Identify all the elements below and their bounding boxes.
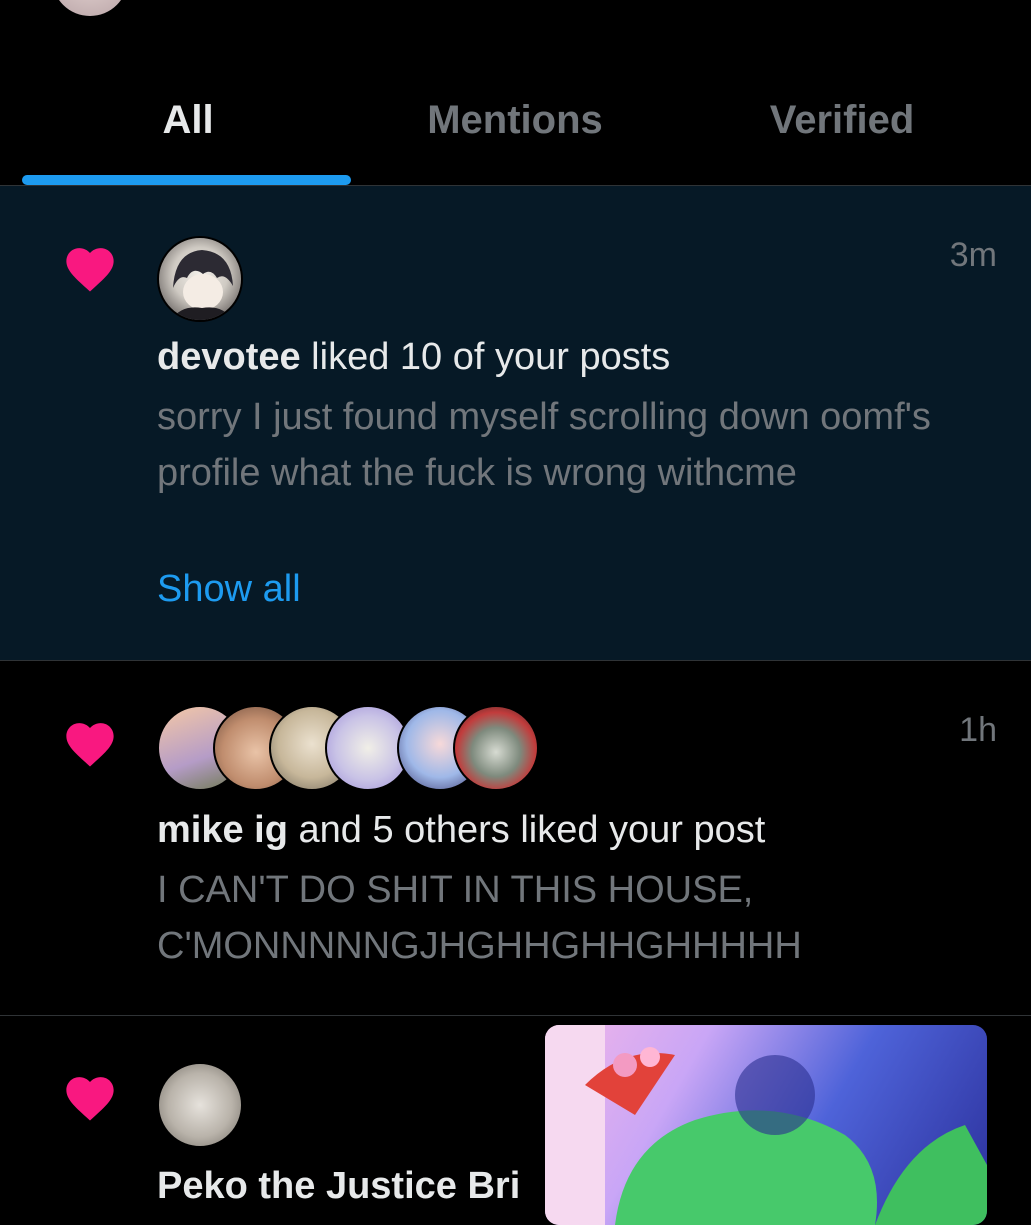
- avatar[interactable]: [157, 236, 243, 322]
- notification-item[interactable]: 1h mike ig and 5 others liked your post …: [0, 661, 1031, 1016]
- tab-mentions[interactable]: Mentions: [343, 60, 687, 185]
- post-snippet: I CAN'T DO SHIT IN THIS HOUSE, C'MONNNNN…: [157, 869, 802, 967]
- tab-all[interactable]: All: [16, 60, 360, 185]
- tab-all-label: All: [162, 98, 214, 142]
- media-art: [545, 1025, 987, 1225]
- notification-item[interactable]: 3m devotee liked 10 of your posts sorry …: [0, 186, 1031, 661]
- tab-mentions-label: Mentions: [427, 98, 603, 142]
- heart-icon: [66, 248, 114, 292]
- avatar[interactable]: [453, 705, 539, 791]
- user-name[interactable]: Peko the Justice Bri: [157, 1165, 520, 1200]
- heart-icon: [66, 723, 114, 767]
- heart-icon: [66, 1077, 114, 1121]
- tab-verified-label: Verified: [769, 98, 915, 142]
- active-tab-indicator: [22, 175, 351, 185]
- notification-headline: devotee liked 10 of your posts: [157, 334, 670, 380]
- user-name[interactable]: mike ig: [157, 809, 288, 851]
- user-name[interactable]: devotee: [157, 336, 301, 378]
- media-thumbnail[interactable]: [545, 1025, 987, 1225]
- notification-tabs: All Mentions Verified: [0, 60, 1031, 185]
- avatar-art: [171, 250, 233, 320]
- profile-avatar[interactable]: [52, 0, 128, 16]
- tab-verified[interactable]: Verified: [670, 60, 1014, 185]
- show-all-link[interactable]: Show all: [157, 568, 301, 611]
- avatar[interactable]: [157, 1062, 243, 1148]
- post-snippet: sorry I just found myself scrolling down…: [157, 396, 931, 494]
- notification-headline: mike ig and 5 others liked your post: [157, 807, 765, 853]
- notification-time: 3m: [949, 236, 997, 274]
- notification-headline: Peko the Justice Bri: [157, 1163, 520, 1200]
- notification-action: and 5 others liked your post: [287, 809, 766, 851]
- notification-time: 1h: [959, 711, 997, 749]
- notification-action: liked 10 of your posts: [300, 336, 671, 378]
